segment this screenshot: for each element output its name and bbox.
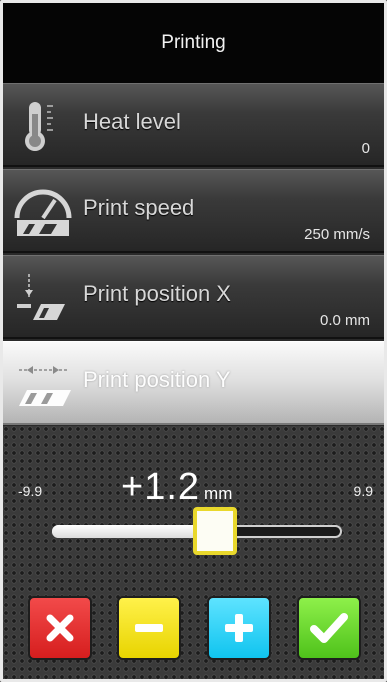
menu-item-label: Print position Y	[83, 367, 231, 392]
position-x-icon	[17, 274, 65, 320]
menu-item-label: Print speed	[83, 195, 195, 220]
value-number: +1.2	[121, 466, 201, 508]
decrease-button[interactable]	[117, 596, 181, 660]
adjust-panel: -9.9 +1.2 mm 9.9	[3, 426, 384, 679]
menu-item-value: 0	[361, 140, 370, 157]
cancel-button[interactable]	[28, 596, 92, 660]
value-unit: mm	[204, 484, 233, 503]
plus-icon	[225, 614, 253, 642]
thermometer-icon	[25, 102, 53, 151]
increase-button[interactable]	[207, 596, 271, 660]
confirm-button[interactable]	[297, 596, 361, 660]
menu-item-print-position-x[interactable]: Print position X 0.0 mm	[3, 255, 384, 339]
menu-item-label: Print position X	[83, 281, 231, 306]
slider-thumb[interactable]	[193, 507, 237, 555]
menu-item-value: 0.0 mm	[319, 312, 370, 329]
title-bar: Printing	[3, 3, 384, 83]
device-screen: Printing Heat level 0 Print speed 250 mm	[0, 0, 387, 682]
minus-icon	[135, 624, 163, 632]
range-max-label: 9.9	[353, 483, 373, 499]
menu-item-print-speed[interactable]: Print speed 250 mm/s	[3, 169, 384, 253]
value-readout: +1.2 mm	[121, 466, 232, 509]
range-min-label: -9.9	[18, 483, 43, 499]
menu-item-label: Heat level	[83, 109, 181, 134]
slider-fill	[52, 525, 215, 538]
check-icon	[310, 613, 348, 643]
page-title: Printing	[161, 32, 226, 53]
close-icon	[46, 614, 74, 642]
menu-item-value: 250 mm/s	[304, 226, 370, 243]
menu-item-print-position-y[interactable]: Print position Y	[3, 341, 384, 425]
menu-item-heat-level[interactable]: Heat level 0	[3, 83, 384, 167]
speedometer-icon	[14, 189, 72, 236]
position-y-icon	[19, 366, 71, 406]
